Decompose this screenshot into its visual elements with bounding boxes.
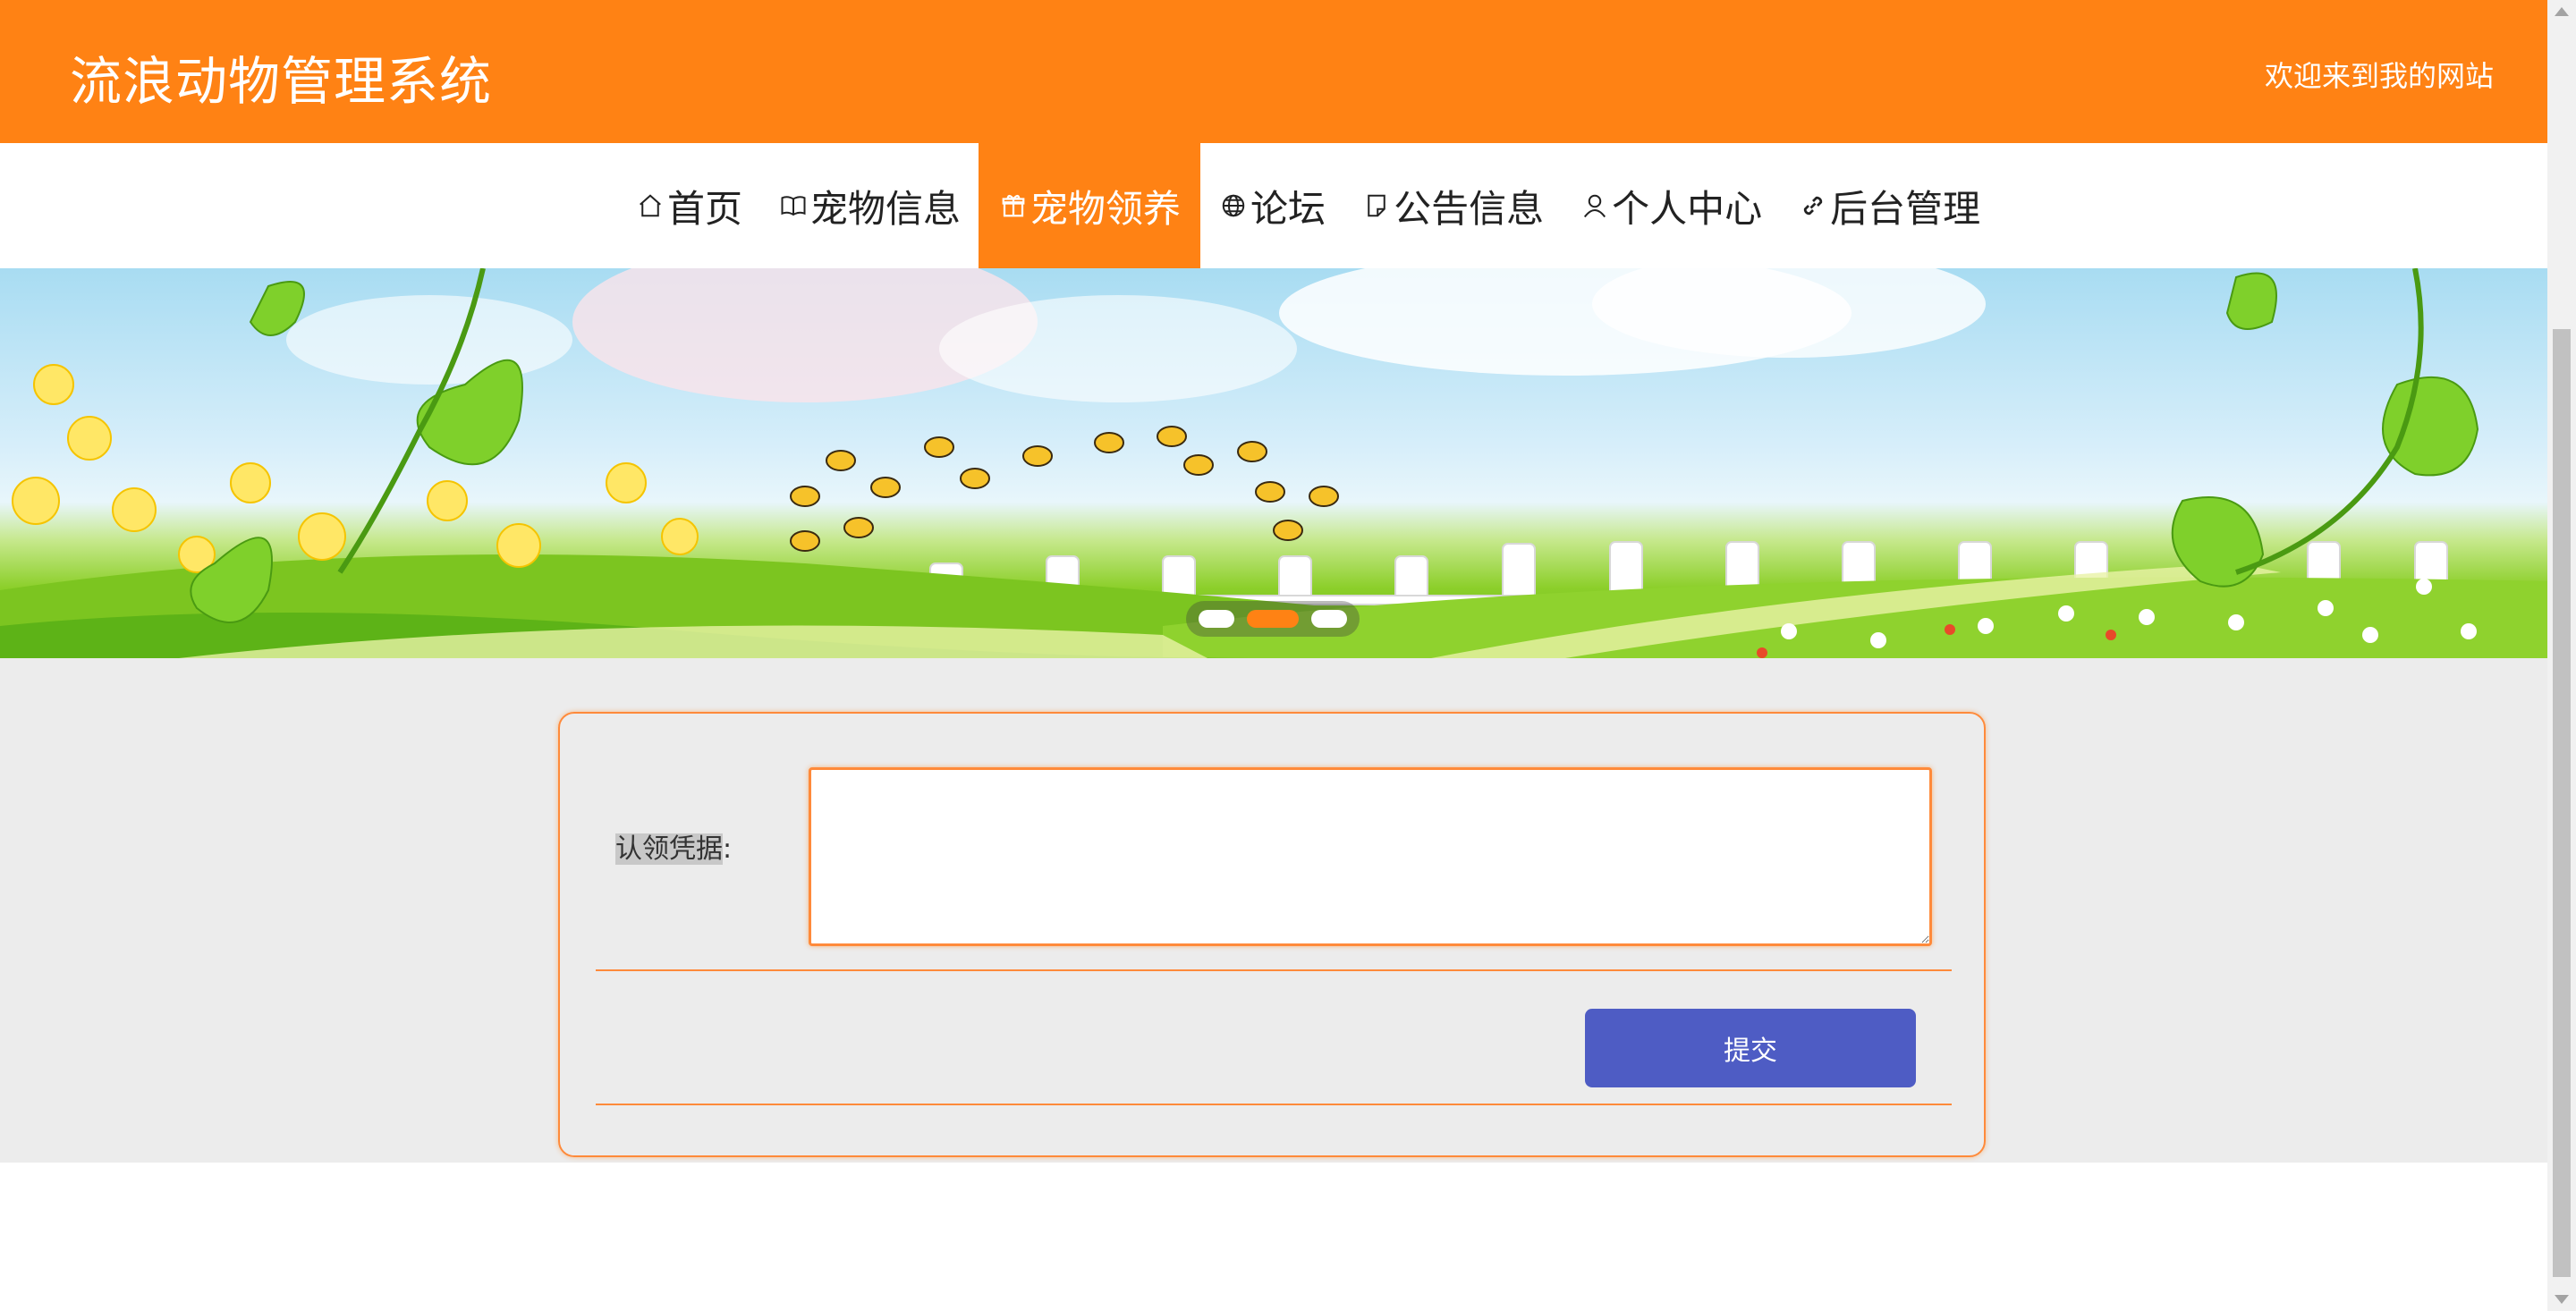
book-icon [778,188,809,224]
main-nav: 首页 宠物信息 宠物领养 论坛 公告信息 个人中心 后台管理 [0,143,2547,268]
nav-item-label: 论坛 [1250,186,1326,231]
nav-item-label: 宠物信息 [810,186,962,231]
proof-label: 认领凭据: [615,826,732,866]
submit-button[interactable]: 提交 [1585,1009,1916,1087]
form-divider-top [596,969,1952,971]
nav-item-label: 首页 [667,186,743,231]
page-scrollbar[interactable] [2547,0,2576,1311]
site-header: 流浪动物管理系统 欢迎来到我的网站 [0,0,2547,143]
home-icon [635,188,665,224]
scroll-up-icon[interactable] [2555,7,2569,16]
nav-item-announcements[interactable]: 公告信息 [1343,143,1562,268]
page: 流浪动物管理系统 欢迎来到我的网站 首页 宠物信息 宠物领养 论坛 公告信息 个… [0,0,2547,1311]
nav-item-personal-center[interactable]: 个人中心 [1562,143,1780,268]
nav-item-label: 宠物领养 [1030,186,1182,231]
nav-item-label: 公告信息 [1394,186,1545,231]
carousel-dot-2[interactable] [1247,610,1299,628]
banner-image [0,268,2547,658]
link-icon [1798,188,1828,224]
nav-item-pet-info[interactable]: 宠物信息 [760,143,979,268]
nav-item-home[interactable]: 首页 [617,143,760,268]
gift-icon [998,188,1029,224]
nav-item-pet-adoption[interactable]: 宠物领养 [979,143,1201,268]
carousel-dot-3[interactable] [1311,610,1347,628]
welcome-text: 欢迎来到我的网站 [2264,59,2494,93]
proof-textarea[interactable] [809,767,1932,946]
globe-icon [1218,188,1249,224]
scroll-thumb[interactable] [2553,329,2571,1277]
adoption-form: 认领凭据: 提交 [558,712,1986,1157]
file-icon [1361,188,1392,224]
scroll-down-icon[interactable] [2555,1295,2569,1304]
user-icon [1580,188,1610,224]
nav-item-label: 个人中心 [1612,186,1763,231]
carousel-dot-1[interactable] [1199,610,1234,628]
content-area: 认领凭据: 提交 [0,658,2547,1163]
site-title[interactable]: 流浪动物管理系统 [70,39,492,114]
proof-label-text: 认领凭据 [615,833,723,865]
nav-item-admin[interactable]: 后台管理 [1780,143,1998,268]
form-divider-bottom [596,1104,1952,1105]
proof-label-colon: : [723,833,733,865]
carousel-indicators [1186,601,1360,637]
nav-list: 首页 宠物信息 宠物领养 论坛 公告信息 个人中心 后台管理 [617,143,1998,268]
nav-item-forum[interactable]: 论坛 [1200,143,1343,268]
nav-item-label: 后台管理 [1830,186,1981,231]
banner-carousel[interactable] [0,268,2547,658]
